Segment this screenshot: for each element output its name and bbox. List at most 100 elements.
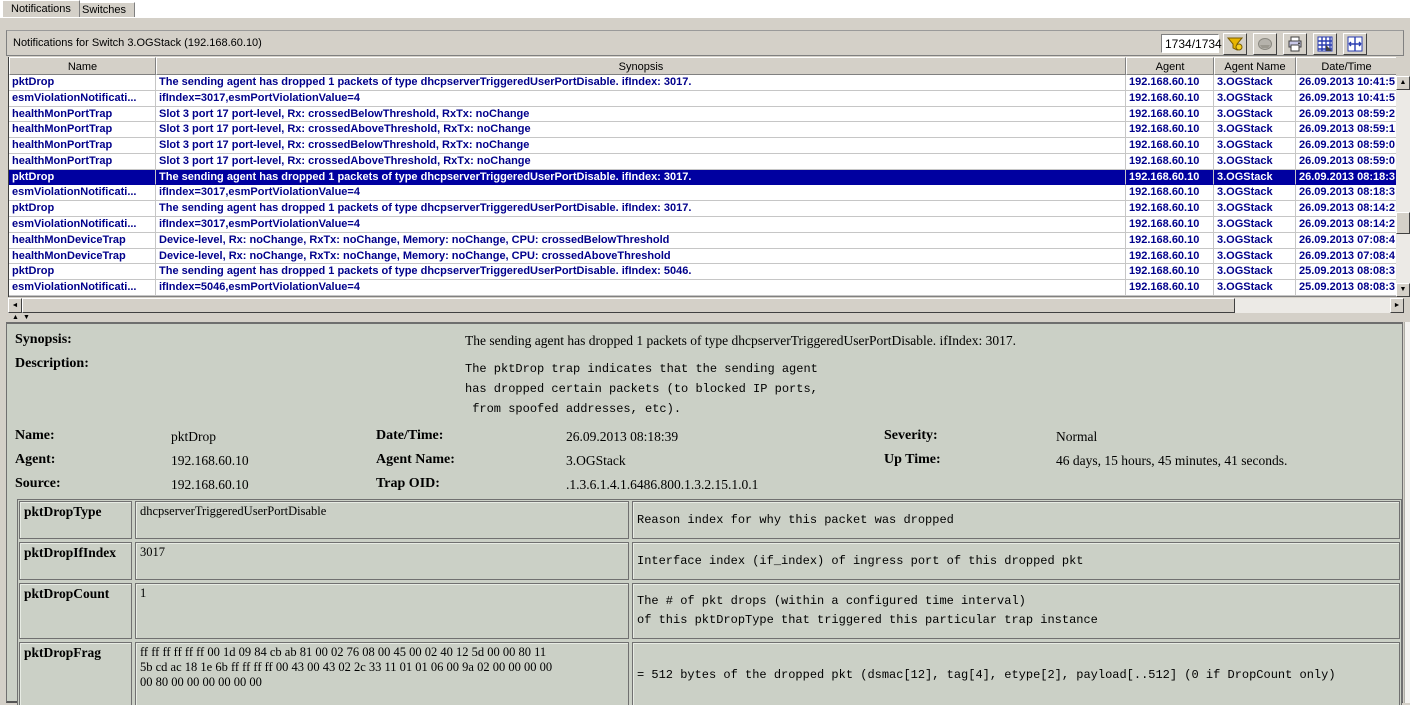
tab-notifications[interactable]: Notifications	[2, 0, 80, 17]
table-row[interactable]: healthMonPortTrapSlot 3 port 17 port-lev…	[9, 154, 1396, 170]
cell-name: healthMonPortTrap	[9, 138, 156, 154]
scroll-down-button[interactable]: ▼	[1396, 283, 1410, 297]
table-icon	[1317, 36, 1333, 52]
cell-synopsis: Slot 3 port 17 port-level, Rx: crossedBe…	[156, 138, 1126, 154]
source-label: Source:	[15, 476, 61, 492]
table-row[interactable]: healthMonDeviceTrapDevice-level, Rx: noC…	[9, 233, 1396, 249]
cell-agent-name: 3.OGStack	[1214, 185, 1296, 201]
table-row-selected[interactable]: pktDropThe sending agent has dropped 1 p…	[9, 170, 1396, 186]
cell-datetime: 25.09.2013 08:08:3	[1296, 280, 1396, 296]
attribute-name: pktDropFrag	[19, 642, 132, 705]
attribute-description: Interface index (if_index) of ingress po…	[632, 542, 1400, 580]
horizontal-scroll-thumb[interactable]	[22, 298, 1235, 313]
table-row[interactable]: esmViolationNotificati...ifIndex=3017,es…	[9, 217, 1396, 233]
cell-agent: 192.168.60.10	[1126, 249, 1214, 265]
name-label: Name:	[15, 428, 55, 444]
cell-agent-name: 3.OGStack	[1214, 280, 1296, 296]
table-vertical-scrollbar[interactable]: ▲ ▼	[1396, 76, 1410, 297]
table-row[interactable]: healthMonPortTrapSlot 3 port 17 port-lev…	[9, 122, 1396, 138]
table-row[interactable]: pktDropThe sending agent has dropped 1 p…	[9, 201, 1396, 217]
print-icon	[1287, 36, 1303, 52]
cell-agent-name: 3.OGStack	[1214, 201, 1296, 217]
details-scrollbar[interactable]	[1404, 322, 1410, 703]
cell-agent-name: 3.OGStack	[1214, 170, 1296, 186]
name-value: pktDrop	[171, 429, 216, 445]
cell-datetime: 26.09.2013 08:18:3	[1296, 185, 1396, 201]
cell-agent-name: 3.OGStack	[1214, 122, 1296, 138]
description-value: The pktDrop trap indicates that the send…	[465, 359, 1025, 419]
cell-synopsis: Slot 3 port 17 port-level, Rx: crossedBe…	[156, 107, 1126, 123]
tab-switches[interactable]: Switches	[73, 2, 135, 17]
table-header: Name Synopsis Agent Agent Name Date/Time	[9, 57, 1396, 75]
cell-synopsis: ifIndex=5046,esmPortViolationValue=4	[156, 280, 1126, 296]
column-header-name[interactable]: Name	[9, 57, 156, 75]
table-view-button[interactable]	[1313, 33, 1337, 55]
synopsis-value: The sending agent has dropped 1 packets …	[465, 333, 1016, 349]
notification-details-panel: Synopsis: The sending agent has dropped …	[6, 322, 1403, 703]
cell-name: pktDrop	[9, 170, 156, 186]
cell-synopsis: Slot 3 port 17 port-level, Rx: crossedAb…	[156, 154, 1126, 170]
table-horizontal-scrollbar[interactable]: ◄ ►	[8, 298, 1404, 313]
table-row[interactable]: healthMonPortTrapSlot 3 port 17 port-lev…	[9, 107, 1396, 123]
cell-synopsis: ifIndex=3017,esmPortViolationValue=4	[156, 217, 1126, 233]
column-header-agent[interactable]: Agent	[1126, 57, 1214, 75]
resize-columns-icon	[1347, 36, 1363, 52]
cell-name: healthMonDeviceTrap	[9, 249, 156, 265]
source-value: 192.168.60.10	[171, 477, 249, 493]
column-header-synopsis[interactable]: Synopsis	[156, 57, 1126, 75]
table-row[interactable]: esmViolationNotificati...ifIndex=3017,es…	[9, 185, 1396, 201]
cell-datetime: 26.09.2013 08:18:3	[1296, 170, 1396, 186]
agent-name-value: 3.OGStack	[566, 453, 626, 469]
tab-bar: Notifications Switches	[0, 0, 1410, 17]
cell-name: esmViolationNotificati...	[9, 91, 156, 107]
erase-button[interactable]	[1253, 33, 1277, 55]
cell-datetime: 26.09.2013 08:14:2	[1296, 201, 1396, 217]
attribute-name: pktDropIfIndex	[19, 542, 132, 580]
datetime-label: Date/Time:	[376, 428, 443, 444]
eraser-icon	[1257, 36, 1273, 52]
agent-value: 192.168.60.10	[171, 453, 249, 469]
scroll-right-button[interactable]: ►	[1390, 298, 1404, 313]
attribute-description: The # of pkt drops (within a configured …	[632, 583, 1400, 639]
table-row[interactable]: healthMonDeviceTrapDevice-level, Rx: noC…	[9, 249, 1396, 265]
cell-agent-name: 3.OGStack	[1214, 249, 1296, 265]
cell-agent: 192.168.60.10	[1126, 75, 1214, 91]
cell-synopsis: The sending agent has dropped 1 packets …	[156, 201, 1126, 217]
table-row[interactable]: esmViolationNotificati...ifIndex=5046,es…	[9, 280, 1396, 296]
cell-synopsis: The sending agent has dropped 1 packets …	[156, 264, 1126, 280]
uptime-value: 46 days, 15 hours, 45 minutes, 41 second…	[1056, 453, 1287, 469]
filter-icon	[1227, 36, 1243, 52]
resize-columns-button[interactable]	[1343, 33, 1367, 55]
attribute-name: pktDropCount	[19, 583, 132, 639]
notification-viewer-window: Notifications Switches Notifications for…	[0, 0, 1410, 705]
table-row[interactable]: pktDropThe sending agent has dropped 1 p…	[9, 264, 1396, 280]
agent-name-label: Agent Name:	[376, 452, 455, 468]
trap-oid-label: Trap OID:	[376, 476, 440, 492]
attribute-value: 1	[135, 583, 629, 639]
cell-agent: 192.168.60.10	[1126, 264, 1214, 280]
column-header-date-time[interactable]: Date/Time	[1296, 57, 1396, 75]
table-row[interactable]: healthMonPortTrapSlot 3 port 17 port-lev…	[9, 138, 1396, 154]
filter-button[interactable]	[1223, 33, 1247, 55]
cell-agent: 192.168.60.10	[1126, 185, 1214, 201]
table-row[interactable]: pktDropThe sending agent has dropped 1 p…	[9, 75, 1396, 91]
splitter-collapse-up-icon[interactable]: ▲	[12, 314, 19, 322]
trap-oid-value: .1.3.6.1.4.1.6486.800.1.3.2.15.1.0.1	[566, 477, 758, 493]
split-pane-divider[interactable]: ▲ ▼	[0, 314, 1410, 322]
scroll-up-button[interactable]: ▲	[1396, 76, 1410, 90]
table-row[interactable]: esmViolationNotificati...ifIndex=3017,es…	[9, 91, 1396, 107]
scroll-left-button[interactable]: ◄	[8, 298, 22, 313]
cell-datetime: 26.09.2013 08:59:0	[1296, 154, 1396, 170]
agent-label: Agent:	[15, 452, 55, 468]
uptime-label: Up Time:	[884, 452, 941, 468]
cell-name: esmViolationNotificati...	[9, 217, 156, 233]
column-header-agent-name[interactable]: Agent Name	[1214, 57, 1296, 75]
cell-agent-name: 3.OGStack	[1214, 217, 1296, 233]
cell-agent: 192.168.60.10	[1126, 138, 1214, 154]
vertical-scroll-thumb[interactable]	[1396, 212, 1410, 234]
notifications-toolbar: Notifications for Switch 3.OGStack (192.…	[6, 30, 1404, 56]
print-button[interactable]	[1283, 33, 1307, 55]
splitter-collapse-down-icon[interactable]: ▼	[23, 314, 30, 322]
cell-agent: 192.168.60.10	[1126, 154, 1214, 170]
cell-synopsis: ifIndex=3017,esmPortViolationValue=4	[156, 91, 1126, 107]
